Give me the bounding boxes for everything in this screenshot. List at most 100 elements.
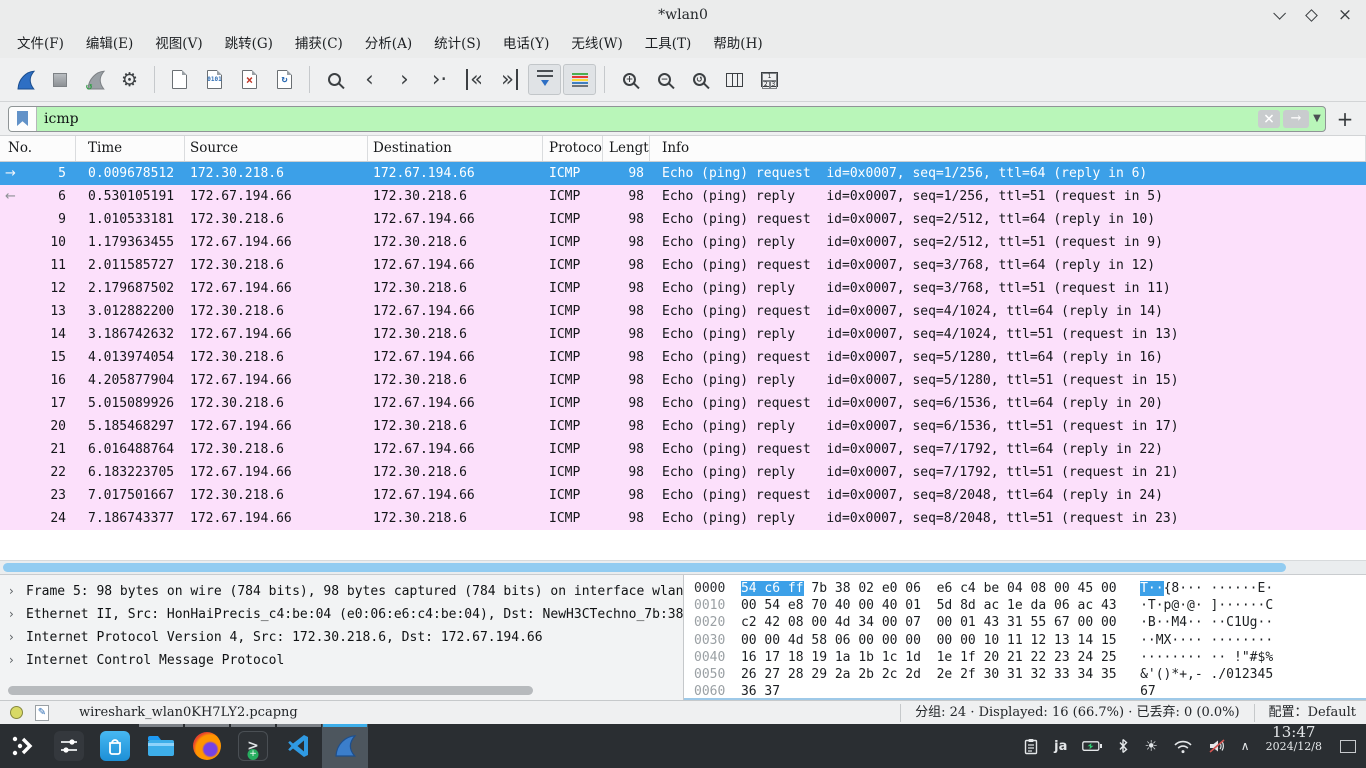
packet-row[interactable]: 143.186742632172.67.194.66172.30.218.6IC…	[0, 323, 1366, 346]
packet-row[interactable]: 247.186743377172.67.194.66172.30.218.6IC…	[0, 507, 1366, 530]
taskbar-vscode[interactable]	[276, 724, 322, 768]
hex-ascii[interactable]: &'()*+,- ./012345	[1140, 667, 1273, 682]
go-back-button[interactable]: ‹	[353, 64, 386, 95]
profile-selector[interactable]: 配置：Default	[1254, 704, 1356, 722]
hex-bytes[interactable]: 36 37	[741, 683, 1117, 700]
capture-comment-icon[interactable]: ✎	[35, 705, 49, 721]
hex-row[interactable]: 0020c2 42 08 00 4d 34 00 07 00 01 43 31 …	[694, 614, 1366, 631]
hex-ascii[interactable]: 67	[1140, 684, 1156, 699]
hex-ascii[interactable]: ·B··M4·· ··C1Ug··	[1140, 615, 1273, 630]
stop-capture-button[interactable]	[43, 64, 76, 95]
column-header-destination[interactable]: Destination	[368, 136, 543, 161]
expand-chevron-icon[interactable]: ›	[9, 626, 14, 649]
go-forward-button[interactable]: ›	[388, 64, 421, 95]
packet-row[interactable]: 133.012882200172.30.218.6172.67.194.66IC…	[0, 300, 1366, 323]
menu-item-1[interactable]: 编辑(E)	[75, 32, 144, 56]
details-hscrollbar-thumb[interactable]	[8, 686, 533, 695]
menu-item-9[interactable]: 工具(T)	[634, 32, 703, 56]
volume-muted-icon[interactable]	[1208, 738, 1226, 754]
expand-chevron-icon[interactable]: ›	[9, 649, 14, 672]
packet-row[interactable]: 154.013974054172.30.218.6172.67.194.66IC…	[0, 346, 1366, 369]
menu-item-0[interactable]: 文件(F)	[6, 32, 75, 56]
filter-bookmark-button[interactable]	[9, 107, 37, 131]
taskbar-konsole[interactable]: >+	[230, 724, 276, 768]
hex-bytes[interactable]: 00 00 4d 58 06 00 00 00 00 00 10 11 12 1…	[741, 632, 1117, 649]
hex-row[interactable]: 005026 27 28 29 2a 2b 2c 2d 2e 2f 30 31 …	[694, 666, 1366, 683]
scrollbar-thumb[interactable]	[3, 563, 1286, 572]
detail-tree-item[interactable]: ›Internet Protocol Version 4, Src: 172.3…	[0, 626, 683, 649]
menu-item-3[interactable]: 跳转(G)	[214, 32, 284, 56]
go-to-packet-button[interactable]: ›·	[423, 64, 456, 95]
packet-row[interactable]: 205.185468297172.67.194.66172.30.218.6IC…	[0, 415, 1366, 438]
hex-bytes[interactable]: 00 54 e8 70 40 00 40 01 5d 8d ac 1e da 0…	[741, 597, 1117, 614]
hex-ascii[interactable]: T··{8··· ······E·	[1140, 581, 1273, 596]
display-filter-input[interactable]	[37, 111, 1258, 127]
hex-row[interactable]: 003000 00 4d 58 06 00 00 00 00 00 10 11 …	[694, 632, 1366, 649]
close-button[interactable]: ×	[1338, 8, 1352, 22]
tray-expand-icon[interactable]: ∧	[1241, 739, 1250, 753]
battery-icon[interactable]	[1082, 740, 1102, 752]
hex-bytes[interactable]: 26 27 28 29 2a 2b 2c 2d 2e 2f 30 31 32 3…	[741, 666, 1117, 683]
column-header-length[interactable]: Length	[603, 136, 650, 161]
resize-columns-button[interactable]	[718, 64, 751, 95]
taskbar-wireshark[interactable]	[322, 724, 368, 768]
taskbar-clock[interactable]: 13:47 2024/12/8	[1266, 724, 1322, 768]
detail-tree-item[interactable]: ›Frame 5: 98 bytes on wire (784 bits), 9…	[0, 580, 683, 603]
taskbar-file-manager[interactable]	[138, 724, 184, 768]
last-packet-button[interactable]: »	[493, 64, 526, 95]
start-capture-button[interactable]	[8, 64, 41, 95]
first-packet-button[interactable]: «	[458, 64, 491, 95]
zoom-in-button[interactable]: +	[613, 64, 646, 95]
hex-bytes[interactable]: 54 c6 ff 7b 38 02 e0 06 e6 c4 be 04 08 0…	[741, 580, 1117, 597]
minimize-button[interactable]	[1270, 8, 1284, 22]
packet-row[interactable]: 5→0.009678512172.30.218.6172.67.194.66IC…	[0, 162, 1366, 185]
taskbar-app-launcher[interactable]	[0, 724, 46, 768]
column-header-protocol[interactable]: Protocol	[543, 136, 603, 161]
packet-row[interactable]: 112.011585727172.30.218.6172.67.194.66IC…	[0, 254, 1366, 277]
zoom-reset-button[interactable]: ↺	[683, 64, 716, 95]
save-file-button[interactable]: 0101	[198, 64, 231, 95]
filter-clear-button[interactable]: ×	[1258, 110, 1280, 128]
column-layout-button[interactable]: 123	[753, 64, 786, 95]
hex-bytes[interactable]: 16 17 18 19 1a 1b 1c 1d 1e 1f 20 21 22 2…	[741, 649, 1117, 666]
hex-row[interactable]: 006036 3767	[694, 683, 1366, 700]
close-file-button[interactable]: ×	[233, 64, 266, 95]
bluetooth-icon[interactable]	[1117, 738, 1129, 754]
menu-item-10[interactable]: 帮助(H)	[702, 32, 773, 56]
colorize-button[interactable]	[563, 64, 596, 95]
menu-item-5[interactable]: 分析(A)	[354, 32, 423, 56]
auto-scroll-button[interactable]	[528, 64, 561, 95]
wifi-icon[interactable]	[1173, 739, 1193, 754]
expand-chevron-icon[interactable]: ›	[9, 580, 14, 603]
hex-row[interactable]: 001000 54 e8 70 40 00 40 01 5d 8d ac 1e …	[694, 597, 1366, 614]
filter-apply-button[interactable]: →	[1283, 110, 1309, 128]
filter-dropdown-button[interactable]: ▼	[1309, 113, 1325, 124]
taskbar-firefox[interactable]	[184, 724, 230, 768]
packet-row[interactable]: 101.179363455172.67.194.66172.30.218.6IC…	[0, 231, 1366, 254]
packet-row[interactable]: 175.015089926172.30.218.6172.67.194.66IC…	[0, 392, 1366, 415]
menu-item-4[interactable]: 捕获(C)	[284, 32, 354, 56]
filter-add-button[interactable]: +	[1334, 107, 1356, 131]
maximize-button[interactable]	[1304, 8, 1318, 22]
packet-row[interactable]: 216.016488764172.30.218.6172.67.194.66IC…	[0, 438, 1366, 461]
hex-bytes[interactable]: c2 42 08 00 4d 34 00 07 00 01 43 31 55 6…	[741, 614, 1117, 631]
expert-info-icon[interactable]	[10, 706, 23, 719]
packet-row[interactable]: 226.183223705172.67.194.66172.30.218.6IC…	[0, 461, 1366, 484]
hex-ascii[interactable]: ·T·p@·@· ]······C	[1140, 598, 1273, 613]
column-header-source[interactable]: Source	[185, 136, 368, 161]
zoom-out-button[interactable]: −	[648, 64, 681, 95]
packet-row[interactable]: 164.205877904172.67.194.66172.30.218.6IC…	[0, 369, 1366, 392]
hex-row[interactable]: 004016 17 18 19 1a 1b 1c 1d 1e 1f 20 21 …	[694, 649, 1366, 666]
clipboard-icon[interactable]	[1023, 738, 1039, 755]
capture-options-button[interactable]: ⚙	[113, 64, 146, 95]
hex-ascii[interactable]: ··MX···· ········	[1140, 633, 1273, 648]
hex-row[interactable]: 000054 c6 ff 7b 38 02 e0 06 e6 c4 be 04 …	[694, 580, 1366, 597]
detail-tree-item[interactable]: ›Ethernet II, Src: HonHaiPrecis_c4:be:04…	[0, 603, 683, 626]
find-packet-button[interactable]	[318, 64, 351, 95]
detail-tree-item[interactable]: ›Internet Control Message Protocol	[0, 649, 683, 672]
restart-capture-button[interactable]: ↺	[78, 64, 111, 95]
menu-item-8[interactable]: 无线(W)	[560, 32, 633, 56]
packet-list-hscrollbar[interactable]	[0, 560, 1366, 574]
packet-row[interactable]: 6←0.530105191172.67.194.66172.30.218.6IC…	[0, 185, 1366, 208]
hex-ascii[interactable]: ········ ·· !"#$%	[1140, 650, 1273, 665]
